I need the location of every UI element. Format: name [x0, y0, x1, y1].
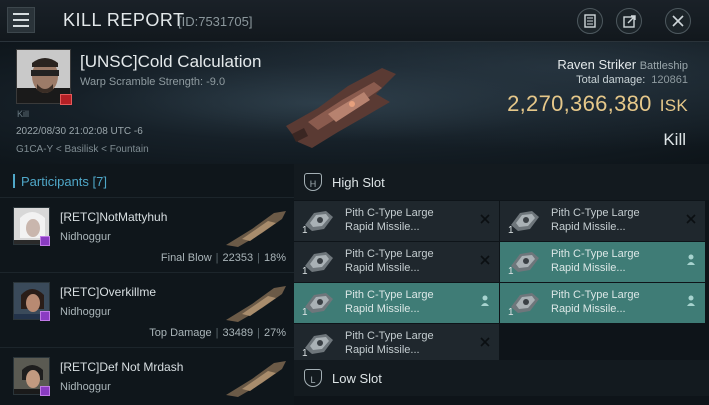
participant-ship-image — [226, 286, 286, 322]
participant-stats: Final Blow | 22353 | 18% — [160, 252, 286, 264]
dropped-person-icon — [685, 295, 697, 309]
total-damage: Total damage: 120861 — [576, 74, 688, 86]
corp-badge-icon — [60, 94, 72, 105]
participant-ship: Nidhoggur — [60, 231, 111, 243]
module-item[interactable]: 1 Pith C-Type Large Rapid Missile... — [294, 201, 499, 241]
kill-tag: Kill — [17, 109, 30, 119]
participant-stats: Top Damage | 33489 | 27% — [149, 327, 286, 339]
kill-id: [ID:7531705] — [178, 14, 253, 29]
module-item[interactable]: 1 Pith C-Type Large Rapid Missile... — [294, 324, 499, 364]
dropped-person-icon — [479, 295, 491, 309]
module-name: Pith C-Type Large Rapid Missile... — [345, 330, 434, 356]
victim-ship-name[interactable]: Raven Striker Battleship — [557, 57, 688, 72]
module-qty: 1 — [302, 348, 308, 359]
kill-location: G1CA-Y < Basilisk < Fountain — [16, 144, 149, 155]
ship-name-text: Raven Striker — [557, 57, 637, 72]
high-slot-header[interactable]: H High Slot — [294, 164, 709, 200]
participant-ship: Nidhoggur — [60, 306, 111, 318]
participant-percent: 18% — [263, 252, 286, 264]
low-slot-icon: L — [304, 369, 322, 387]
destroyed-x-icon — [479, 213, 491, 227]
module-qty: 1 — [302, 266, 308, 277]
participant-damage: 22353 — [222, 252, 254, 264]
participant-percent: 27% — [263, 327, 286, 339]
module-name: Pith C-Type Large Rapid Missile... — [345, 207, 434, 233]
module-name: Pith C-Type Large Rapid Missile... — [551, 248, 640, 274]
participant-row[interactable]: [RETC]Overkillme Nidhoggur Top Damage | 33… — [0, 273, 294, 348]
warp-scramble: Warp Scramble Strength: -9.0 — [80, 76, 226, 88]
module-qty: 1 — [302, 307, 308, 318]
destroyed-x-icon — [479, 254, 491, 268]
destroyed-x-icon — [479, 336, 491, 350]
module-name: Pith C-Type Large Rapid Missile... — [551, 207, 640, 233]
isk-value: 2,270,366,380 ISK — [507, 91, 688, 117]
kill-datetime: 2022/08/30 21:02:08 UTC -6 — [16, 126, 143, 137]
participant-role: Top Damage — [149, 327, 212, 339]
module-item[interactable]: 1 Pith C-Type Large Rapid Missile... — [500, 283, 705, 323]
low-slot-header[interactable]: L Low Slot — [294, 360, 709, 396]
high-slot-icon: H — [304, 173, 322, 191]
dropped-person-icon — [685, 254, 697, 268]
destroyed-x-icon — [685, 213, 697, 227]
total-damage-value: 120861 — [651, 74, 688, 86]
participants-panel: Participants [7] [RETC]NotMattyhuh Nidho… — [0, 164, 294, 405]
close-icon[interactable] — [665, 8, 691, 34]
participants-header[interactable]: Participants [7] — [0, 164, 294, 198]
module-item[interactable]: 1 Pith C-Type Large Rapid Missile... — [294, 283, 499, 323]
isk-unit: ISK — [659, 96, 688, 115]
module-item[interactable]: 1 Pith C-Type Large Rapid Missile... — [500, 242, 705, 282]
module-item[interactable]: 1 Pith C-Type Large Rapid Missile... — [500, 201, 705, 241]
header-bar: KILL REPORT [ID:7531705] — [0, 0, 709, 42]
module-item[interactable]: 1 Pith C-Type Large Rapid Missile... — [294, 242, 499, 282]
high-slot-label: High Slot — [332, 174, 385, 190]
module-qty: 1 — [508, 266, 514, 277]
menu-icon[interactable] — [7, 7, 35, 33]
participant-role: Final Blow — [160, 252, 212, 264]
victim-name[interactable]: [UNSC]Cold Calculation — [80, 52, 261, 72]
fitting-icon[interactable] — [577, 8, 603, 34]
participant-row[interactable]: [RETC]NotMattyhuh Nidhoggur Final Blow | 2… — [0, 198, 294, 273]
module-name: Pith C-Type Large Rapid Missile... — [345, 289, 434, 315]
participant-ship: Nidhoggur — [60, 381, 111, 393]
participant-name[interactable]: [RETC]Def Not Mrdash — [60, 360, 183, 374]
participant-name[interactable]: [RETC]NotMattyhuh — [60, 210, 167, 224]
participant-damage: 33489 — [222, 327, 254, 339]
victim-ship-image — [286, 68, 396, 148]
module-qty: 1 — [508, 307, 514, 318]
module-qty: 1 — [508, 225, 514, 236]
participant-name[interactable]: [RETC]Overkillme — [60, 285, 156, 299]
participants-title: Participants [7] — [21, 174, 107, 189]
module-name: Pith C-Type Large Rapid Missile... — [345, 248, 434, 274]
alpha-clone-icon — [40, 236, 50, 246]
participant-ship-image — [226, 211, 286, 247]
fitting-panel: H High Slot 1 Pith C-Type Large Rapid Mis… — [294, 164, 709, 405]
share-icon[interactable] — [616, 8, 642, 34]
page-title: KILL REPORT — [63, 10, 185, 30]
participant-row[interactable]: [RETC]Def Not Mrdash Nidhoggur — [0, 348, 294, 405]
participant-ship-image — [226, 361, 286, 397]
low-slot-label: Low Slot — [332, 370, 382, 386]
isk-amount: 2,270,366,380 — [507, 91, 652, 116]
ship-class: Battleship — [639, 60, 688, 72]
kill-result: Kill — [663, 130, 686, 149]
total-damage-label: Total damage: — [576, 74, 646, 86]
alpha-clone-icon — [40, 311, 50, 321]
module-qty: 1 — [302, 225, 308, 236]
alpha-clone-icon — [40, 386, 50, 396]
module-name: Pith C-Type Large Rapid Missile... — [551, 289, 640, 315]
victim-panel: [UNSC]Cold Calculation Warp Scramble Str… — [0, 42, 709, 164]
